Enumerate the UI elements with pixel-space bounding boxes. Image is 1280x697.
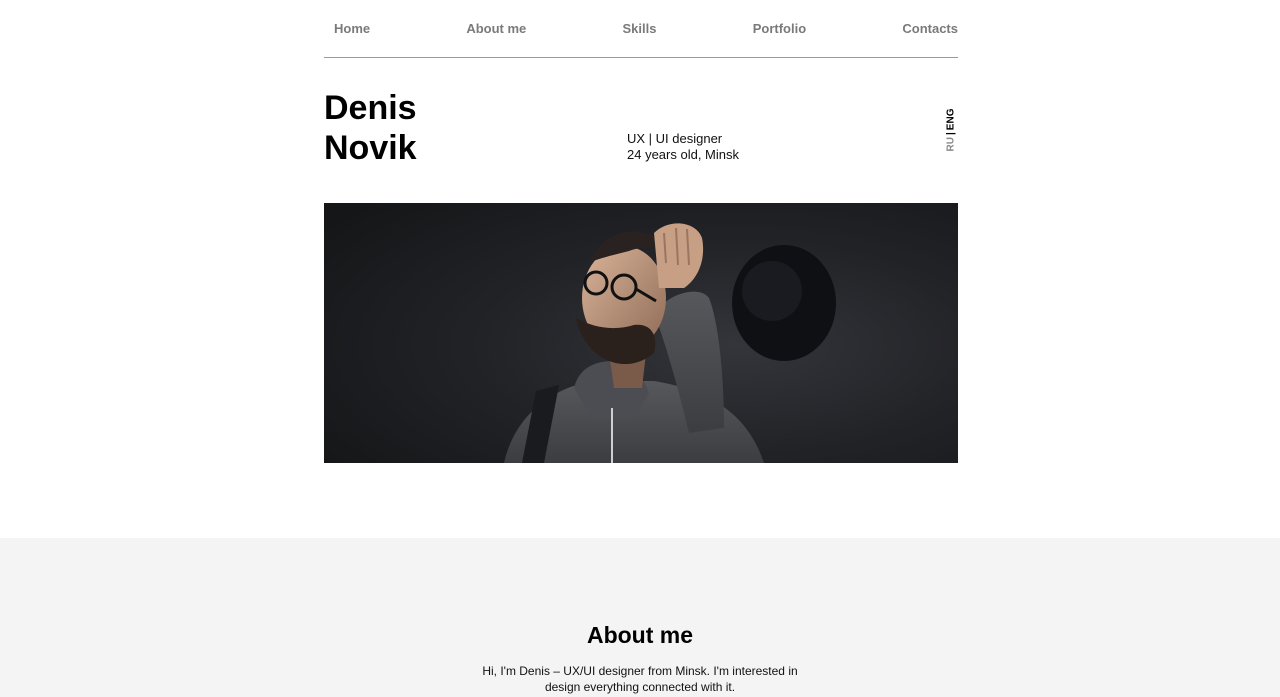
- about-text: Hi, I'm Denis – UX/UI designer from Mins…: [482, 664, 798, 694]
- age-city-text: 24 years old, Minsk: [627, 147, 739, 162]
- nav-home-link[interactable]: Home: [334, 21, 370, 36]
- hero-section: Denis Novik UX | UI designer 24 years ol…: [324, 58, 958, 203]
- about-section: About me Hi, I'm Denis – UX/UI designer …: [0, 538, 1280, 697]
- page-title: Denis Novik: [324, 88, 417, 168]
- portrait-photo-icon: [324, 203, 958, 463]
- first-name: Denis: [324, 89, 417, 127]
- last-name: Novik: [324, 129, 417, 167]
- lang-eng-link[interactable]: ENG: [946, 109, 957, 131]
- hero-photo: [324, 203, 958, 463]
- nav-contacts-link[interactable]: Contacts: [902, 21, 958, 36]
- nav-skills-link[interactable]: Skills: [623, 21, 657, 36]
- role-text: UX | UI designer: [627, 131, 723, 146]
- main-nav: Home About me Skills Portfolio Contacts: [324, 0, 958, 58]
- language-switcher: RU|ENG: [944, 105, 958, 155]
- nav-about-link[interactable]: About me: [466, 21, 526, 36]
- lang-separator: |: [945, 132, 957, 136]
- about-title: About me: [586, 622, 694, 648]
- lang-ru-link[interactable]: RU: [946, 137, 957, 151]
- hero-info: UX | UI designer 24 years old, Minsk: [627, 131, 739, 163]
- nav-portfolio-link[interactable]: Portfolio: [753, 21, 806, 36]
